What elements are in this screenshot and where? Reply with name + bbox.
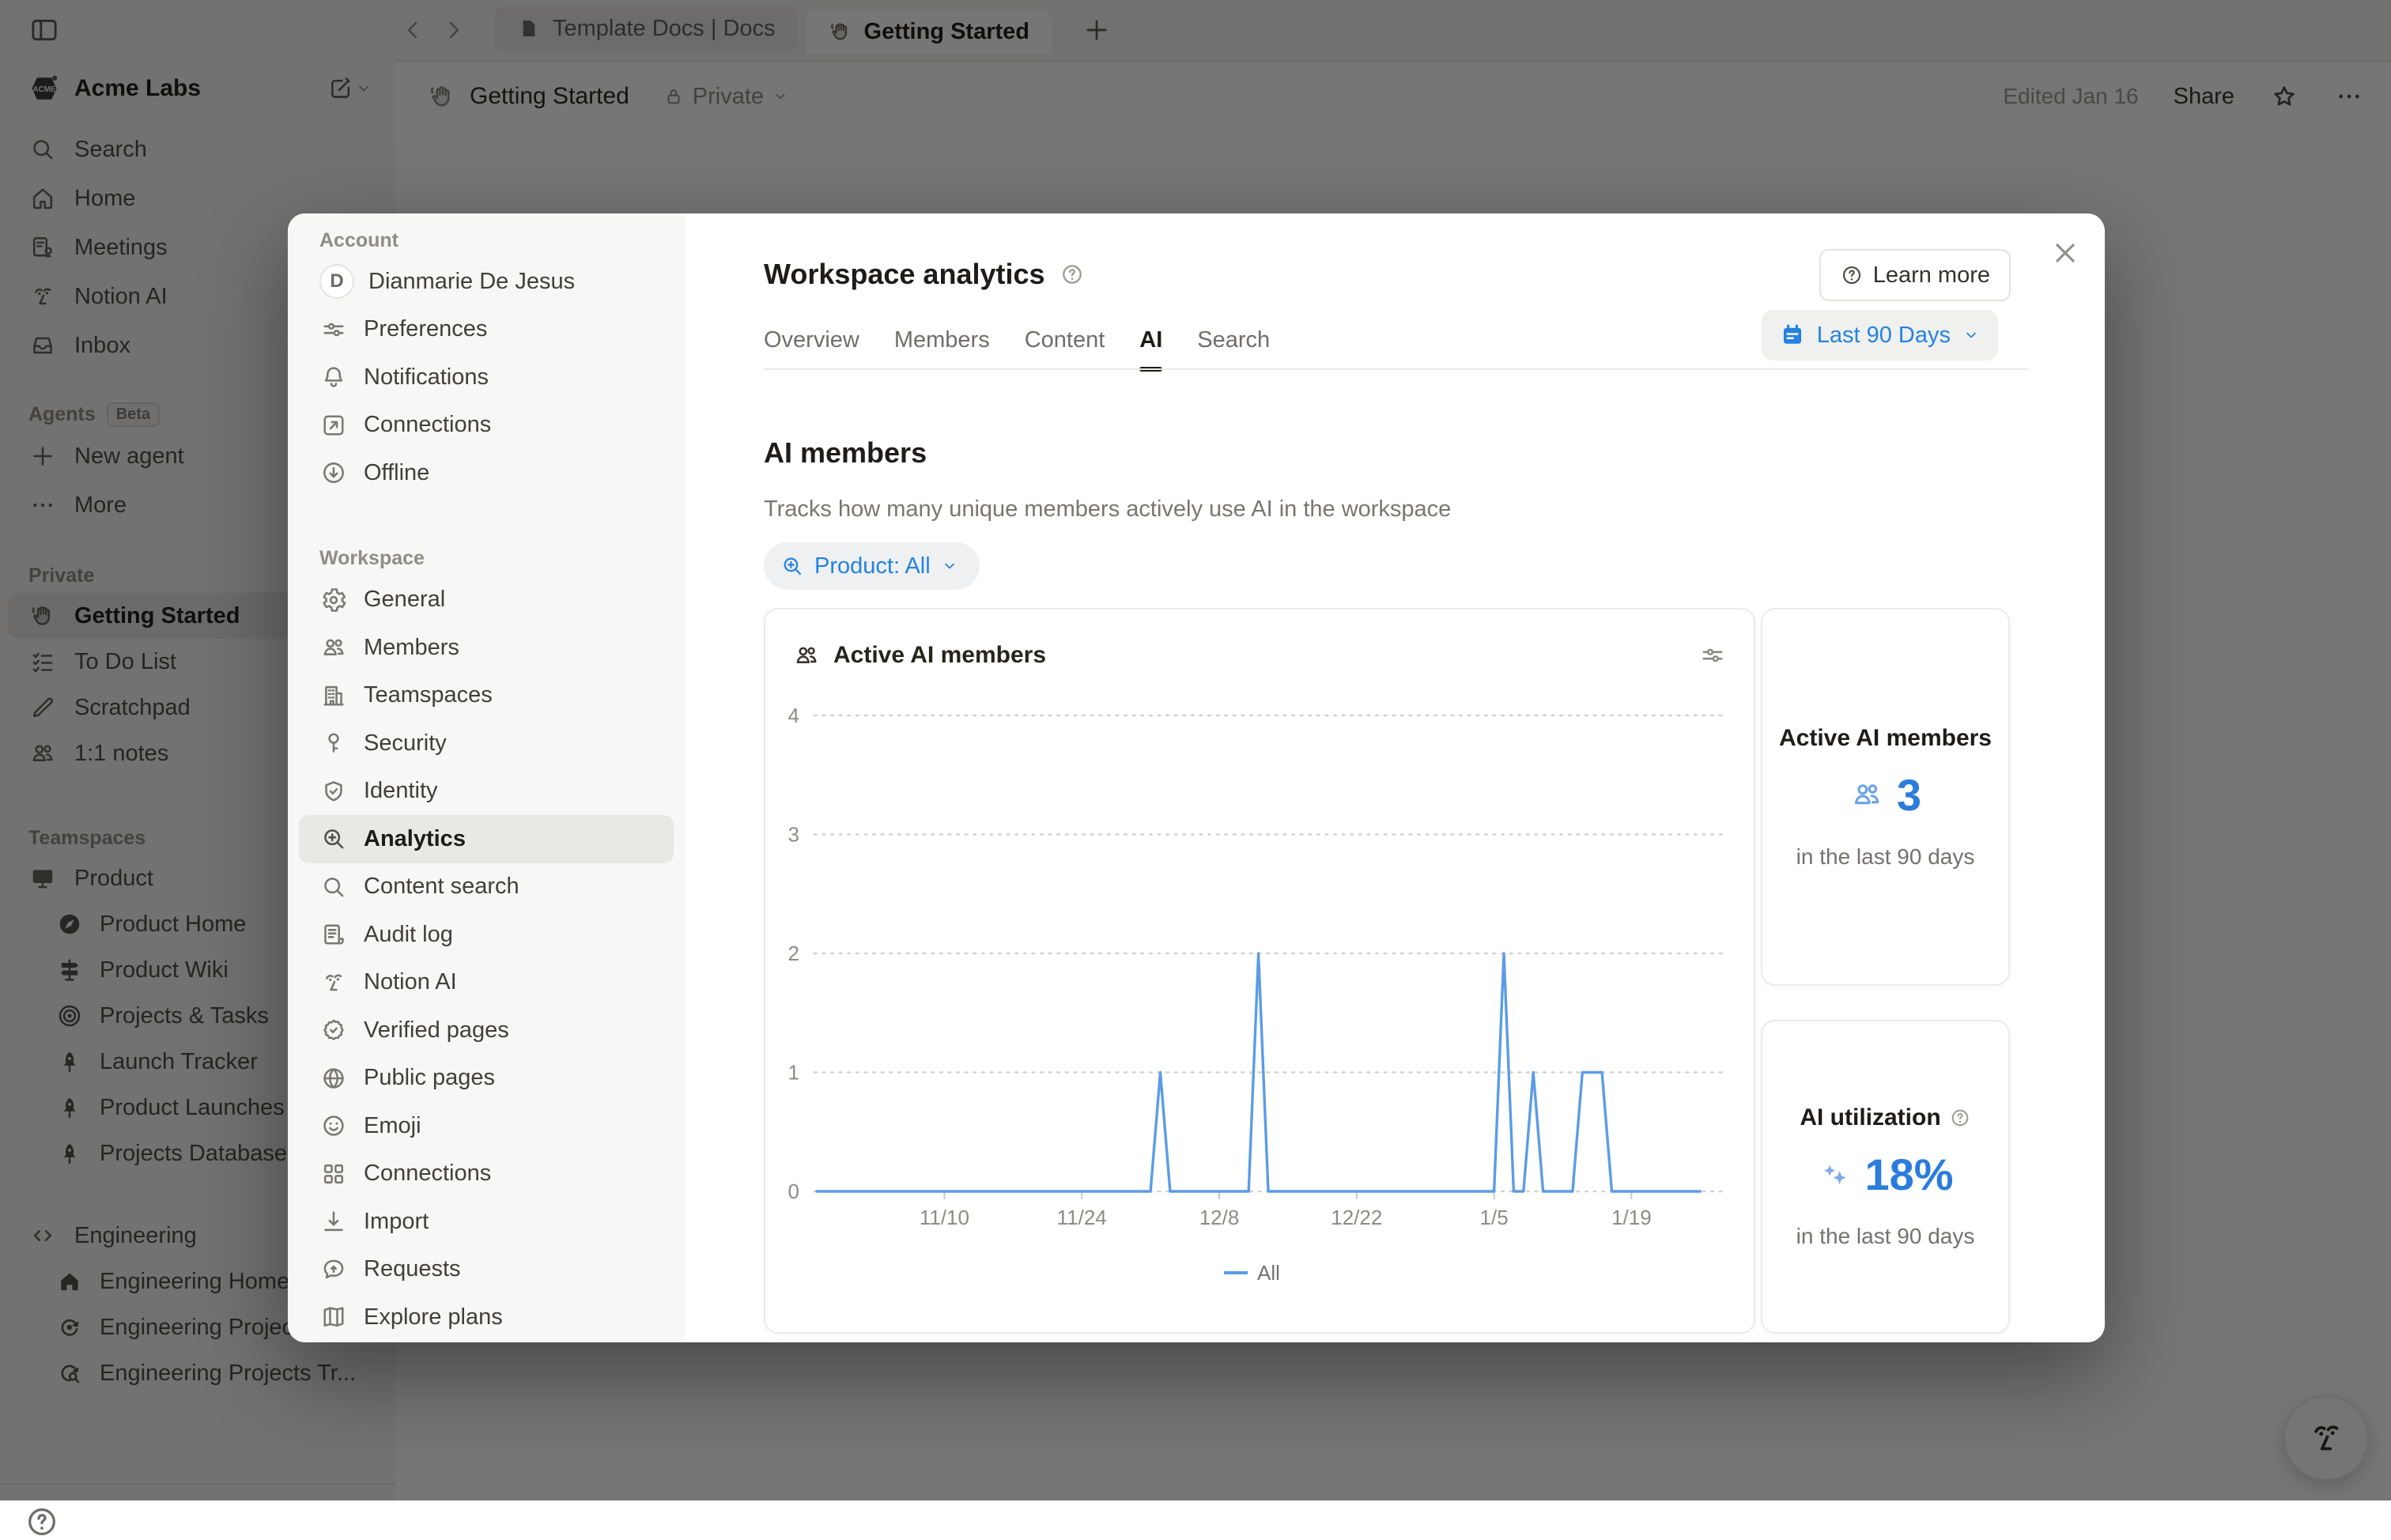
settings-item-connections[interactable]: Connections — [288, 1150, 685, 1198]
account-section-label: Account — [288, 223, 685, 258]
modal-title: Workspace analytics — [764, 258, 1045, 291]
svg-text:2: 2 — [788, 942, 799, 965]
settings-item-connections[interactable]: Connections — [288, 402, 685, 450]
settings-modal: Account D Dianmarie De Jesus Preferences… — [288, 213, 2105, 1342]
analytics-tab-overview[interactable]: Overview — [764, 323, 859, 368]
speech-up-icon — [319, 1255, 348, 1284]
people-icon — [792, 641, 821, 670]
help-circle-icon[interactable] — [1060, 262, 1085, 287]
analytics-tab-search[interactable]: Search — [1197, 323, 1270, 368]
sliders-icon — [319, 315, 348, 344]
avatar: D — [319, 264, 354, 299]
active-ai-members-chart-card: Active AI members 0 1 2 3 4 11/10 11/24 12/8 12/… — [764, 608, 1755, 1334]
ai-members-heading: AI members — [764, 436, 927, 470]
calendar-icon — [1779, 322, 1806, 349]
settings-item-identity[interactable]: Identity — [288, 768, 685, 816]
stat-value: 3 — [1897, 769, 1921, 821]
settings-item-explore-plans[interactable]: Explore plans — [288, 1293, 685, 1342]
settings-item-verified-pages[interactable]: Verified pages — [288, 1006, 685, 1055]
date-range-dropdown[interactable]: Last 90 Days — [1762, 310, 1998, 360]
bell-icon — [319, 363, 348, 391]
tabs-divider — [764, 368, 2029, 370]
chart-settings-sliders-icon[interactable] — [1698, 641, 1727, 670]
settings-item-analytics[interactable]: Analytics — [299, 815, 674, 863]
svg-text:1/19: 1/19 — [1611, 1206, 1652, 1229]
settings-item-preferences[interactable]: Preferences — [288, 306, 685, 354]
chart-title: Active AI members — [833, 642, 1686, 669]
settings-item-notifications[interactable]: Notifications — [288, 353, 685, 402]
product-filter-dropdown[interactable]: Product: All — [764, 542, 980, 590]
settings-item-teamspaces[interactable]: Teamspaces — [288, 672, 685, 720]
sidebar-item-account-user[interactable]: D Dianmarie De Jesus — [288, 258, 685, 306]
key-icon — [319, 729, 348, 757]
settings-item-general[interactable]: General — [288, 576, 685, 625]
settings-item-public-pages[interactable]: Public pages — [288, 1055, 685, 1103]
globe-icon — [319, 1064, 348, 1093]
settings-item-security[interactable]: Security — [288, 719, 685, 768]
settings-item-emoji[interactable]: Emoji — [288, 1102, 685, 1150]
svg-text:1: 1 — [788, 1061, 799, 1085]
import-icon — [319, 1207, 348, 1236]
analytics-tab-content[interactable]: Content — [1025, 323, 1105, 368]
help-circle-icon — [1840, 263, 1864, 287]
gear-icon — [319, 586, 348, 614]
zoom-plus-icon — [780, 553, 805, 579]
ai-utilization-stat-card: AI utilization 18% in the last 90 days — [1761, 1020, 2010, 1334]
svg-text:1/5: 1/5 — [1480, 1206, 1509, 1229]
active-ai-members-stat-card: Active AI members 3 in the last 90 days — [1761, 608, 2010, 986]
settings-item-notion-ai[interactable]: Notion AI — [288, 959, 685, 1007]
analytics-tab-members[interactable]: Members — [894, 323, 990, 368]
svg-text:11/24: 11/24 — [1057, 1206, 1107, 1229]
analytics-tab-ai[interactable]: AI — [1139, 323, 1162, 368]
svg-text:All: All — [1257, 1261, 1280, 1285]
people-icon — [1849, 777, 1884, 812]
stat-title: Active AI members — [1779, 725, 1992, 752]
settings-sidebar: Account D Dianmarie De Jesus Preferences… — [288, 213, 685, 1342]
svg-text:12/8: 12/8 — [1199, 1206, 1240, 1229]
shield-icon — [319, 777, 348, 806]
zoom-plus-icon — [319, 825, 348, 853]
svg-text:0: 0 — [788, 1180, 799, 1203]
badge-icon — [319, 1016, 348, 1044]
help-icon[interactable] — [24, 1504, 60, 1540]
notion-face-icon — [319, 968, 348, 997]
line-chart: 0 1 2 3 4 11/10 11/24 12/8 12/22 1/5 1/19 All — [765, 685, 1757, 1325]
stat-caption: in the last 90 days — [1796, 1224, 1975, 1249]
stat-value: 18% — [1864, 1149, 1953, 1200]
learn-more-button[interactable]: Learn more — [1819, 249, 2011, 301]
svg-text:3: 3 — [788, 823, 799, 847]
grid-icon — [319, 1160, 348, 1188]
settings-item-import[interactable]: Import — [288, 1198, 685, 1246]
ai-members-description: Tracks how many unique members actively … — [764, 496, 1451, 523]
workspace-section-label: Workspace — [288, 542, 685, 576]
sparkles-icon — [1817, 1157, 1852, 1192]
search-icon — [319, 873, 348, 901]
settings-item-requests[interactable]: Requests — [288, 1246, 685, 1294]
chevron-down-icon — [1962, 326, 1981, 345]
building-icon — [319, 681, 348, 710]
settings-item-audit-log[interactable]: Audit log — [288, 911, 685, 959]
settings-item-offline[interactable]: Offline — [288, 449, 685, 497]
people-icon — [319, 633, 348, 662]
help-circle-icon[interactable] — [1949, 1107, 1971, 1129]
stat-caption: in the last 90 days — [1796, 844, 1975, 870]
svg-text:12/22: 12/22 — [1331, 1206, 1382, 1229]
settings-item-members[interactable]: Members — [288, 624, 685, 672]
arrow-up-right-icon — [319, 411, 348, 440]
svg-text:4: 4 — [788, 704, 799, 727]
scroll-icon — [319, 920, 348, 949]
close-icon[interactable] — [2048, 236, 2083, 270]
smiley-icon — [319, 1112, 348, 1140]
settings-item-content-search[interactable]: Content search — [288, 863, 685, 912]
chevron-down-icon — [940, 557, 959, 576]
stat-title: AI utilization — [1800, 1104, 1970, 1131]
svg-text:11/10: 11/10 — [920, 1206, 969, 1229]
user-name: Dianmarie De Jesus — [368, 269, 575, 295]
map-icon — [319, 1303, 348, 1331]
download-circle-icon — [319, 459, 348, 487]
